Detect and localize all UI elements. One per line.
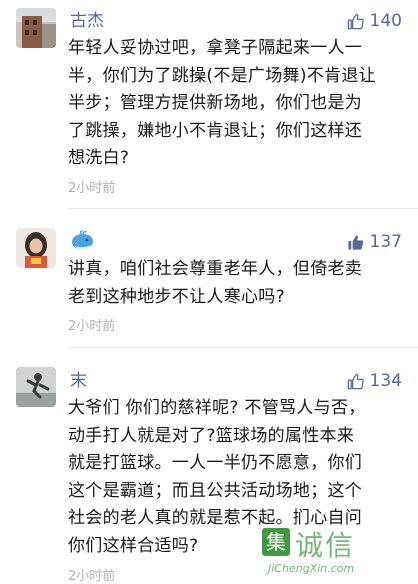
comment-line: 半步；管理方提供新场地，你们也是为 [68,93,363,113]
comment-line: 想洗白? [68,148,130,168]
site-watermark: 集 诚信 JiChengXin.com [262,522,412,578]
like-button[interactable]: 137 [347,231,402,253]
avatar[interactable] [16,228,56,268]
like-count: 140 [369,11,402,31]
avatar[interactable] [16,367,56,407]
comment-time: 2小时前 [68,181,116,196]
watermark-url: JiChengXin.com [268,562,355,575]
comment-text: 年轻人妥协过吧，拿凳子隔起来一人一 半，你们为了跳操(不是广场舞)不肯退让 半步… [68,35,408,173]
watermark-text: 诚信 [295,529,356,562]
like-count: 137 [369,232,402,252]
comment-line: 年轻人妥协过吧，拿凳子隔起来一人一 [68,38,363,58]
thumbs-up-icon [347,234,363,250]
comment-line: 这个是霸道；而且公共活动场地；这个 [68,480,363,501]
comment-line: 大爷们 你们的慈祥呢? 不管骂人与否， [68,398,366,418]
like-count: 134 [369,371,402,391]
comment-line: 讲真，咱们社会尊重老年人，但倚老卖 [68,259,363,279]
thumbs-up-icon [347,373,364,389]
whale-icon [72,230,93,249]
comment-line: 了跳操，嫌地小不肯退让；你们这样还 [68,120,363,141]
comment-author[interactable]: 古杰 [70,10,104,32]
comment-line: 动手打人就是对了?篮球场的属性本来 [68,425,355,446]
comment-time: 2小时前 [68,319,116,334]
divider [68,347,418,348]
comment-time: 2小时前 [68,569,116,584]
comment-line: 就是打篮球。一人一半仍不愿意，你们 [68,453,363,473]
like-button[interactable]: 140 [347,10,402,32]
like-button[interactable]: 134 [347,370,402,392]
comment-author[interactable] [70,230,96,258]
comment-author[interactable]: 末 [70,370,87,392]
thumbs-up-icon [347,13,364,29]
comment-text: 讲真，咱们社会尊重老年人，但倚老卖 老到这种地步不让人寒心吗? [68,256,408,311]
comment-line: 老到这种地步不让人寒心吗? [68,286,285,307]
watermark-logo: 集 [262,528,290,556]
comment-line: 半，你们为了跳操(不是广场舞)不肯退让 [68,65,376,86]
avatar[interactable] [16,8,56,48]
divider [68,208,418,209]
